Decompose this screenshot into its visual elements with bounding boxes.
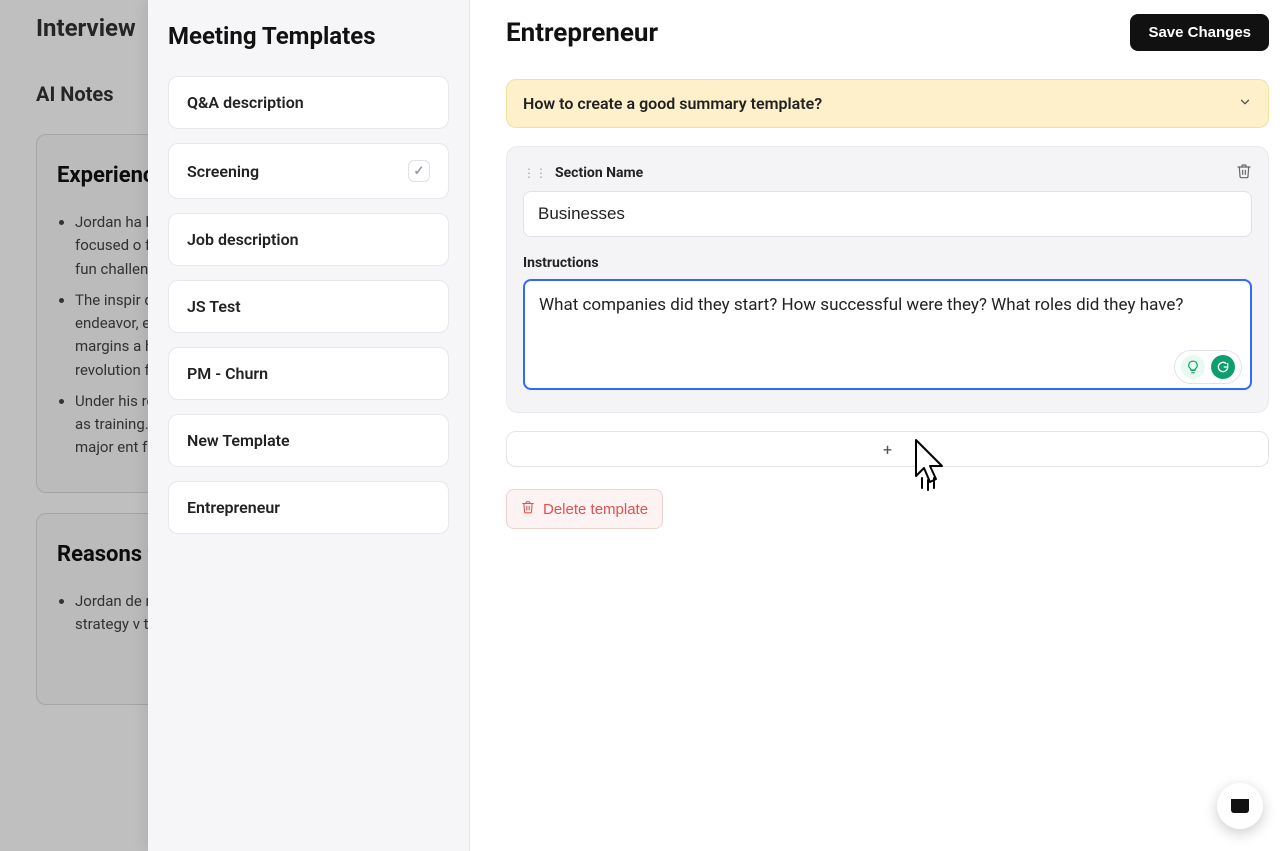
template-label: Q&A description (187, 93, 304, 112)
trash-icon (521, 500, 535, 518)
trash-icon[interactable] (1236, 163, 1252, 183)
template-label: JS Test (187, 297, 241, 316)
template-item-new[interactable]: New Template (168, 414, 449, 467)
lightbulb-icon[interactable] (1181, 355, 1205, 379)
template-label: New Template (187, 431, 290, 450)
template-editor: Entrepreneur Save Changes How to create … (470, 0, 1285, 851)
tip-banner[interactable]: How to create a good summary template? (506, 79, 1269, 128)
intercom-icon (1231, 799, 1249, 813)
template-item-qa[interactable]: Q&A description (168, 76, 449, 129)
template-label: Job description (187, 230, 299, 249)
template-item-pmchurn[interactable]: PM - Churn (168, 347, 449, 400)
instructions-label: Instructions (523, 255, 1252, 271)
plus-icon: + (883, 440, 892, 459)
save-button[interactable]: Save Changes (1130, 14, 1269, 51)
template-label: Entrepreneur (187, 498, 280, 517)
delete-template-button[interactable]: Delete template (506, 489, 663, 529)
instructions-textarea[interactable] (523, 279, 1252, 390)
text-helper-badges (1174, 350, 1242, 384)
section-name-input[interactable] (523, 191, 1252, 237)
drag-handle-icon[interactable]: ⋮⋮ (523, 167, 547, 179)
drawer-heading: Meeting Templates (168, 22, 449, 50)
delete-template-label: Delete template (543, 501, 648, 518)
template-label: PM - Churn (187, 364, 268, 383)
template-label: Screening (187, 162, 259, 181)
template-item-entrepreneur[interactable]: Entrepreneur (168, 481, 449, 534)
chat-widget[interactable] (1217, 783, 1263, 829)
template-item-job[interactable]: Job description (168, 213, 449, 266)
add-section-button[interactable]: + (506, 431, 1269, 467)
templates-drawer: Meeting Templates Q&A description Screen… (148, 0, 470, 851)
section-box: ⋮⋮ Section Name Instructions (506, 146, 1269, 413)
grammarly-icon[interactable] (1211, 355, 1235, 379)
tip-text: How to create a good summary template? (523, 94, 822, 113)
check-icon: ✓ (408, 160, 430, 182)
template-item-screening[interactable]: Screening ✓ (168, 143, 449, 199)
section-name-label: Section Name (555, 165, 643, 181)
template-item-jstest[interactable]: JS Test (168, 280, 449, 333)
editor-title: Entrepreneur (506, 18, 658, 48)
chevron-down-icon (1238, 94, 1252, 113)
